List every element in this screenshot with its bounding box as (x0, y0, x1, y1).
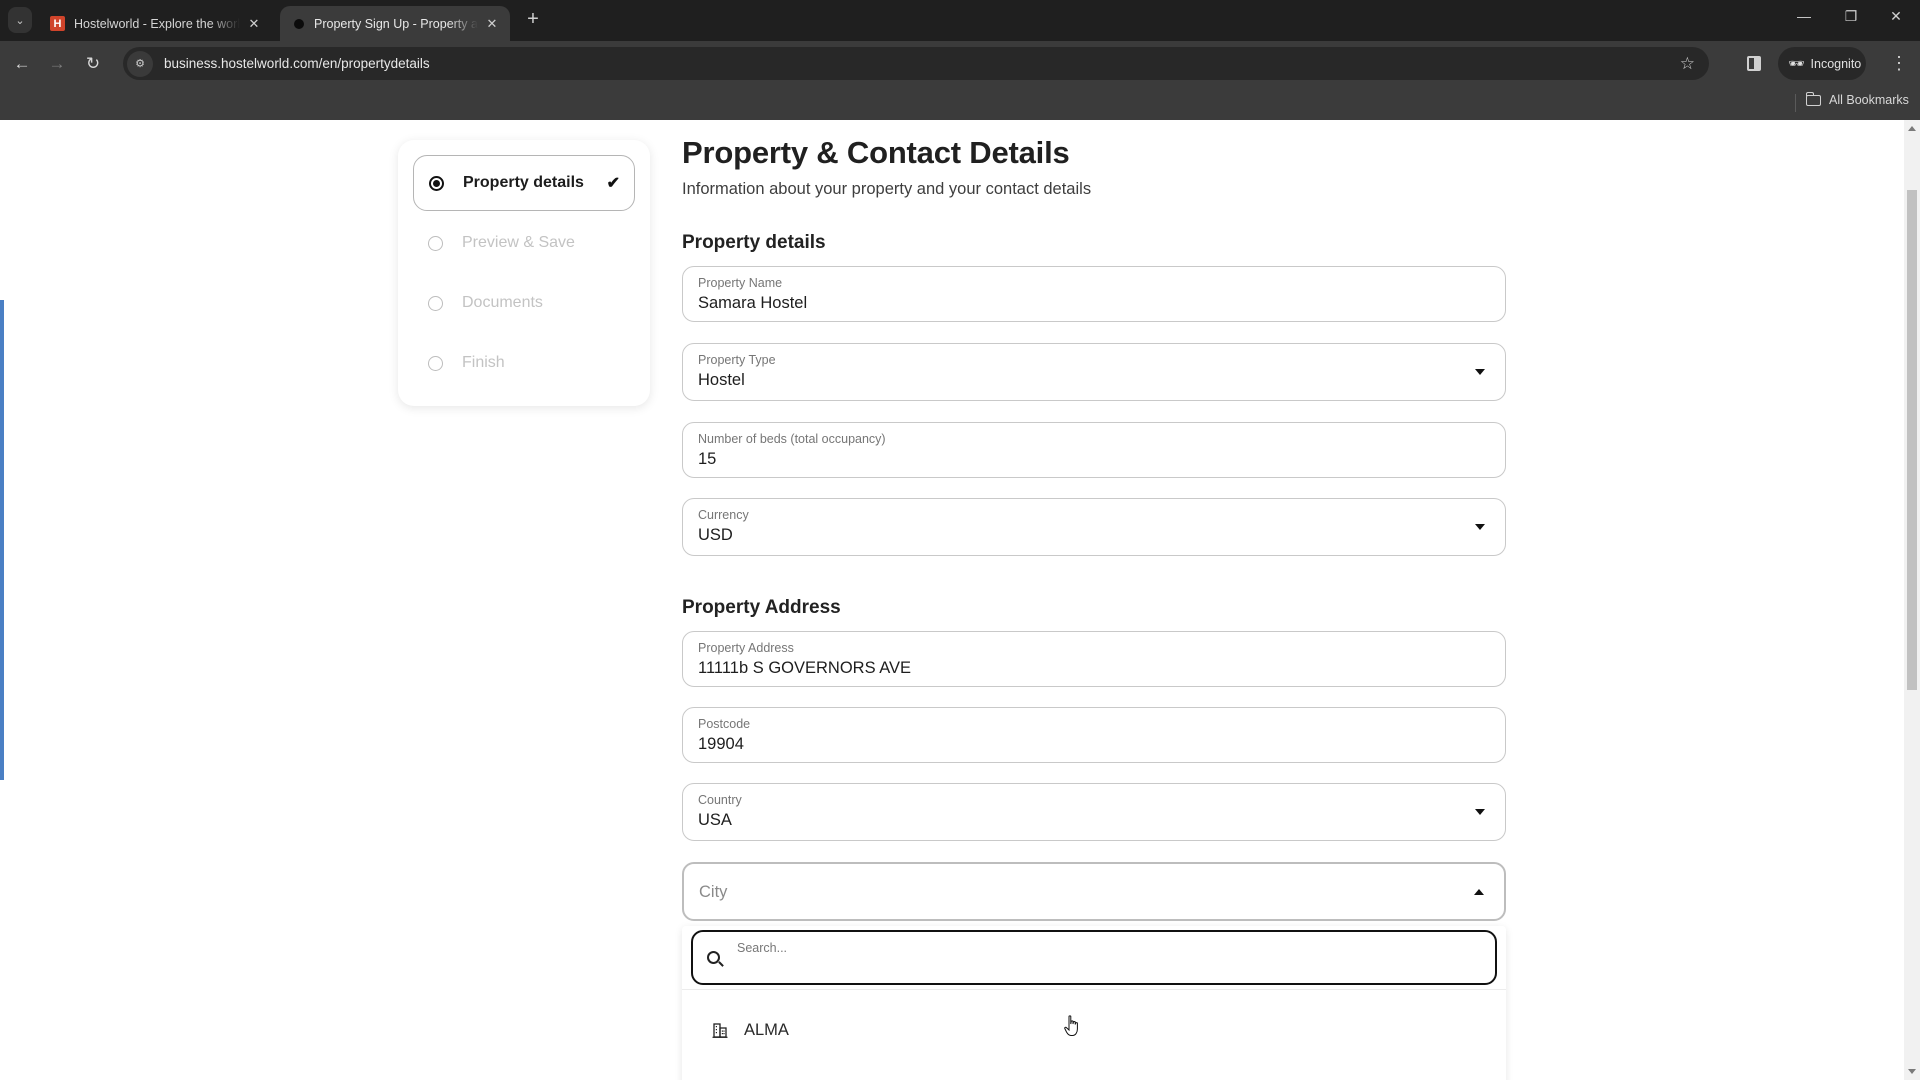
browser-tab-bar: ⌄ H Hostelworld - Explore the world ✕ Pr… (0, 0, 1920, 41)
section-title-property-details: Property details (682, 232, 826, 253)
field-value[interactable]: USD (698, 526, 733, 545)
field-label: Currency (698, 508, 749, 522)
property-type-select[interactable]: Property Type Hostel (682, 343, 1506, 401)
field-label: Property Type (698, 353, 776, 367)
site-info-icon[interactable]: ⚙ (127, 50, 153, 77)
browser-toolbar: ← → ↻ ⚙ business.hostelworld.com/en/prop… (0, 41, 1920, 86)
hostelworld-h-icon: H (50, 16, 65, 31)
tab-property-sign-up[interactable]: Property Sign Up - Property and Contact … (280, 6, 510, 41)
browser-menu-icon[interactable]: ⋮ (1890, 51, 1908, 75)
field-label: Number of beds (total occupancy) (698, 432, 886, 446)
field-value[interactable]: 15 (698, 450, 716, 469)
signup-stepper: Property details ✔ Preview & Save Docume… (398, 140, 650, 406)
radio-selected-icon (429, 175, 444, 191)
city-placeholder: City (699, 883, 728, 901)
property-address-field[interactable]: Property Address 11111b S GOVERNORS AVE (682, 631, 1506, 687)
page-scrollbar[interactable] (1904, 120, 1920, 1080)
building-icon (712, 1023, 728, 1038)
folder-icon (1805, 91, 1821, 106)
property-name-field[interactable]: Property Name Samara Hostel (682, 266, 1506, 322)
address-bar[interactable]: ⚙ business.hostelworld.com/en/propertyde… (123, 47, 1709, 80)
step-property-details[interactable]: Property details ✔ (413, 155, 635, 211)
caret-down-icon[interactable] (1475, 524, 1485, 530)
tab-title: Hostelworld - Explore the world (74, 16, 240, 31)
step-finish[interactable]: Finish (413, 335, 635, 391)
close-icon[interactable]: ✕ (484, 16, 500, 32)
currency-select[interactable]: Currency USD (682, 498, 1506, 556)
reload-button[interactable]: ↻ (80, 51, 106, 77)
city-dropdown: ALMA (682, 926, 1506, 1080)
url-text[interactable]: business.hostelworld.com/en/propertydeta… (164, 56, 430, 71)
step-documents[interactable]: Documents (413, 275, 635, 331)
step-preview-save[interactable]: Preview & Save (413, 215, 635, 271)
step-label: Preview & Save (462, 234, 575, 251)
scroll-down-arrow-icon[interactable] (1908, 1069, 1916, 1074)
search-icon (707, 951, 720, 964)
field-value[interactable]: 19904 (698, 735, 744, 754)
restore-button[interactable]: ❐ (1836, 8, 1866, 25)
incognito-badge[interactable]: 🕶 Incognito (1778, 47, 1866, 80)
step-label: Documents (462, 294, 543, 311)
all-bookmarks-button[interactable]: All Bookmarks (1805, 91, 1909, 107)
tab-title: Property Sign Up - Property and Contact … (314, 16, 478, 31)
tab-search-button[interactable]: ⌄ (8, 7, 32, 33)
field-value[interactable]: Samara Hostel (698, 294, 807, 313)
dropdown-divider (682, 989, 1506, 990)
city-search-box[interactable] (691, 930, 1497, 985)
caret-up-icon[interactable] (1474, 888, 1484, 895)
left-accent-bar (0, 300, 4, 780)
bookmark-star-icon[interactable]: ☆ (1680, 54, 1695, 74)
page-subtitle: Information about your property and your… (682, 180, 1092, 198)
bookmarks-bar: All Bookmarks (0, 86, 1920, 120)
tab-hostelworld[interactable]: H Hostelworld - Explore the world ✕ (40, 6, 272, 41)
incognito-icon: 🕶 (1788, 55, 1805, 71)
field-label: Postcode (698, 717, 751, 731)
back-button[interactable]: ← (9, 51, 35, 77)
hand-cursor-icon (1064, 1015, 1078, 1036)
close-window-button[interactable]: ✕ (1881, 8, 1911, 25)
forward-button[interactable]: → (44, 51, 70, 77)
city-search-input[interactable] (737, 938, 1477, 958)
field-value[interactable]: USA (698, 811, 732, 830)
city-select[interactable]: City (682, 862, 1506, 921)
radio-empty-icon (428, 355, 443, 371)
bookmarks-divider (1795, 94, 1796, 112)
minimize-button[interactable]: — (1789, 8, 1819, 24)
incognito-label: Incognito (1810, 56, 1862, 71)
field-label: Property Address (698, 641, 794, 655)
close-icon[interactable]: ✕ (246, 16, 262, 32)
field-value[interactable]: Hostel (698, 371, 745, 390)
step-label: Finish (462, 354, 505, 371)
city-option-label: ALMA (744, 1020, 789, 1039)
beds-field[interactable]: Number of beds (total occupancy) 15 (682, 422, 1506, 478)
postcode-field[interactable]: Postcode 19904 (682, 707, 1506, 763)
country-select[interactable]: Country USA (682, 783, 1506, 841)
scroll-thumb[interactable] (1907, 190, 1917, 690)
caret-down-icon[interactable] (1475, 369, 1485, 375)
section-title-property-address: Property Address (682, 597, 841, 618)
check-icon: ✔ (606, 175, 620, 192)
page-content: Property details ✔ Preview & Save Docume… (0, 120, 1904, 1080)
field-value[interactable]: 11111b S GOVERNORS AVE (698, 659, 911, 678)
radio-empty-icon (428, 295, 443, 311)
chevron-down-icon: ⌄ (15, 14, 25, 27)
side-panel-icon[interactable] (1747, 56, 1761, 71)
field-label: Country (698, 793, 742, 807)
scroll-up-arrow-icon[interactable] (1908, 126, 1916, 131)
new-tab-button[interactable]: + (522, 8, 544, 31)
city-option[interactable]: ALMA (682, 1006, 1506, 1054)
field-label: Property Name (698, 276, 783, 290)
all-bookmarks-label: All Bookmarks (1829, 93, 1909, 107)
radio-empty-icon (428, 235, 443, 251)
page-title: Property & Contact Details (682, 135, 1070, 170)
step-label: Property details (463, 174, 584, 191)
loading-dot-icon (294, 18, 304, 29)
caret-down-icon[interactable] (1475, 809, 1485, 815)
